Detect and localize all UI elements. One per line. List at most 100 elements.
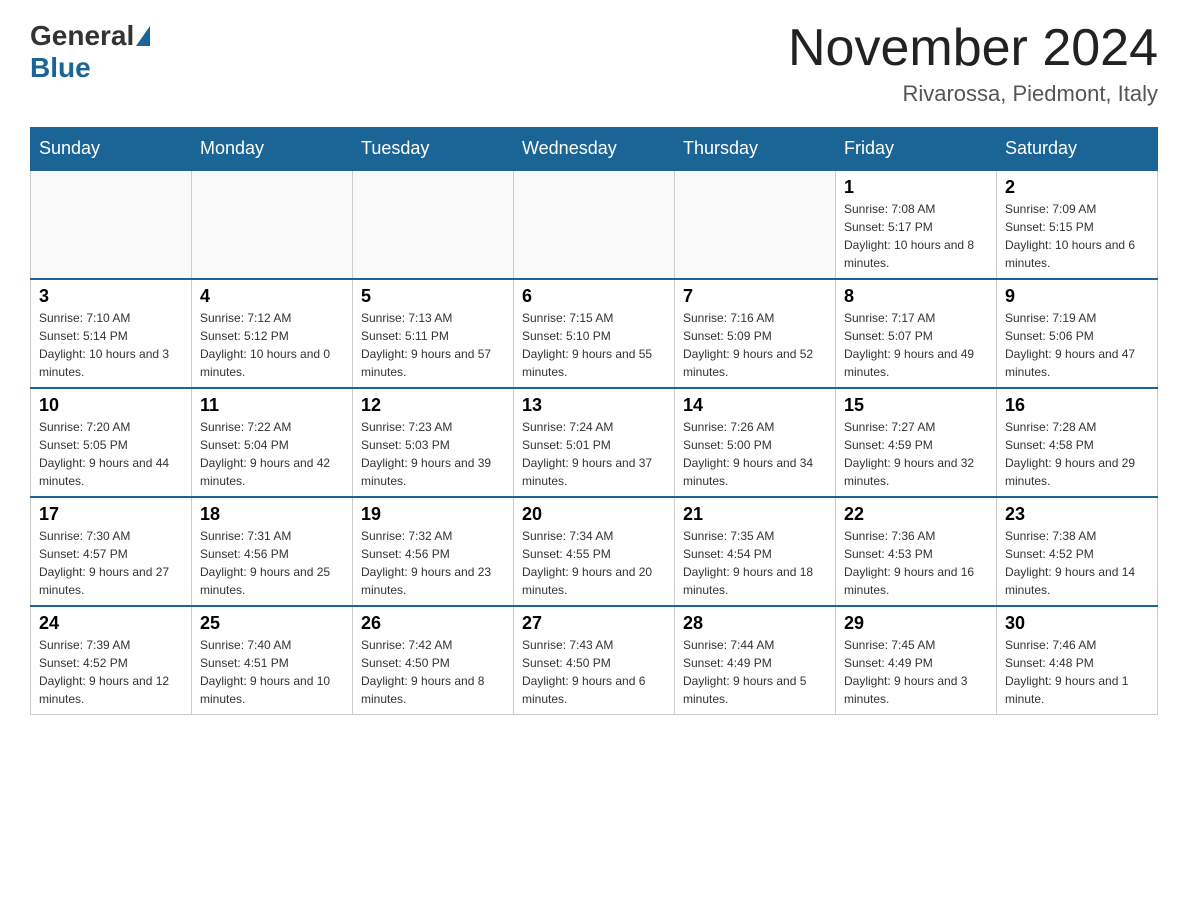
calendar-day-cell: 28Sunrise: 7:44 AM Sunset: 4:49 PM Dayli… <box>675 606 836 715</box>
day-of-week-header: Tuesday <box>353 128 514 171</box>
day-sun-info: Sunrise: 7:23 AM Sunset: 5:03 PM Dayligh… <box>361 418 505 490</box>
calendar-day-cell: 13Sunrise: 7:24 AM Sunset: 5:01 PM Dayli… <box>514 388 675 497</box>
calendar-header-row: SundayMondayTuesdayWednesdayThursdayFrid… <box>31 128 1158 171</box>
day-number: 26 <box>361 613 505 634</box>
day-number: 21 <box>683 504 827 525</box>
calendar-day-cell: 27Sunrise: 7:43 AM Sunset: 4:50 PM Dayli… <box>514 606 675 715</box>
day-sun-info: Sunrise: 7:30 AM Sunset: 4:57 PM Dayligh… <box>39 527 183 599</box>
calendar-day-cell: 23Sunrise: 7:38 AM Sunset: 4:52 PM Dayli… <box>997 497 1158 606</box>
calendar-week-row: 24Sunrise: 7:39 AM Sunset: 4:52 PM Dayli… <box>31 606 1158 715</box>
day-sun-info: Sunrise: 7:27 AM Sunset: 4:59 PM Dayligh… <box>844 418 988 490</box>
calendar-day-cell <box>192 170 353 279</box>
day-sun-info: Sunrise: 7:35 AM Sunset: 4:54 PM Dayligh… <box>683 527 827 599</box>
day-number: 7 <box>683 286 827 307</box>
day-sun-info: Sunrise: 7:22 AM Sunset: 5:04 PM Dayligh… <box>200 418 344 490</box>
day-number: 15 <box>844 395 988 416</box>
calendar-day-cell: 11Sunrise: 7:22 AM Sunset: 5:04 PM Dayli… <box>192 388 353 497</box>
calendar-week-row: 17Sunrise: 7:30 AM Sunset: 4:57 PM Dayli… <box>31 497 1158 606</box>
logo-blue-text: Blue <box>30 52 91 83</box>
calendar-day-cell: 8Sunrise: 7:17 AM Sunset: 5:07 PM Daylig… <box>836 279 997 388</box>
day-of-week-header: Thursday <box>675 128 836 171</box>
location-subtitle: Rivarossa, Piedmont, Italy <box>788 81 1158 107</box>
calendar-day-cell: 29Sunrise: 7:45 AM Sunset: 4:49 PM Dayli… <box>836 606 997 715</box>
day-sun-info: Sunrise: 7:09 AM Sunset: 5:15 PM Dayligh… <box>1005 200 1149 272</box>
day-sun-info: Sunrise: 7:44 AM Sunset: 4:49 PM Dayligh… <box>683 636 827 708</box>
day-number: 24 <box>39 613 183 634</box>
calendar-day-cell: 5Sunrise: 7:13 AM Sunset: 5:11 PM Daylig… <box>353 279 514 388</box>
day-number: 3 <box>39 286 183 307</box>
day-sun-info: Sunrise: 7:24 AM Sunset: 5:01 PM Dayligh… <box>522 418 666 490</box>
month-year-title: November 2024 <box>788 20 1158 77</box>
day-sun-info: Sunrise: 7:39 AM Sunset: 4:52 PM Dayligh… <box>39 636 183 708</box>
day-sun-info: Sunrise: 7:16 AM Sunset: 5:09 PM Dayligh… <box>683 309 827 381</box>
calendar-week-row: 3Sunrise: 7:10 AM Sunset: 5:14 PM Daylig… <box>31 279 1158 388</box>
day-of-week-header: Wednesday <box>514 128 675 171</box>
day-number: 19 <box>361 504 505 525</box>
calendar-day-cell: 15Sunrise: 7:27 AM Sunset: 4:59 PM Dayli… <box>836 388 997 497</box>
day-sun-info: Sunrise: 7:40 AM Sunset: 4:51 PM Dayligh… <box>200 636 344 708</box>
day-number: 20 <box>522 504 666 525</box>
calendar-day-cell: 3Sunrise: 7:10 AM Sunset: 5:14 PM Daylig… <box>31 279 192 388</box>
day-sun-info: Sunrise: 7:28 AM Sunset: 4:58 PM Dayligh… <box>1005 418 1149 490</box>
day-sun-info: Sunrise: 7:15 AM Sunset: 5:10 PM Dayligh… <box>522 309 666 381</box>
day-number: 18 <box>200 504 344 525</box>
day-sun-info: Sunrise: 7:32 AM Sunset: 4:56 PM Dayligh… <box>361 527 505 599</box>
logo-triangle-icon <box>136 26 150 46</box>
day-sun-info: Sunrise: 7:31 AM Sunset: 4:56 PM Dayligh… <box>200 527 344 599</box>
day-sun-info: Sunrise: 7:36 AM Sunset: 4:53 PM Dayligh… <box>844 527 988 599</box>
page-header: General Blue November 2024 Rivarossa, Pi… <box>30 20 1158 107</box>
calendar-day-cell <box>353 170 514 279</box>
day-number: 14 <box>683 395 827 416</box>
day-sun-info: Sunrise: 7:08 AM Sunset: 5:17 PM Dayligh… <box>844 200 988 272</box>
day-number: 29 <box>844 613 988 634</box>
calendar-day-cell: 1Sunrise: 7:08 AM Sunset: 5:17 PM Daylig… <box>836 170 997 279</box>
calendar-day-cell: 14Sunrise: 7:26 AM Sunset: 5:00 PM Dayli… <box>675 388 836 497</box>
day-number: 25 <box>200 613 344 634</box>
calendar-day-cell <box>514 170 675 279</box>
day-number: 8 <box>844 286 988 307</box>
calendar-day-cell: 19Sunrise: 7:32 AM Sunset: 4:56 PM Dayli… <box>353 497 514 606</box>
calendar-day-cell: 17Sunrise: 7:30 AM Sunset: 4:57 PM Dayli… <box>31 497 192 606</box>
calendar-day-cell: 18Sunrise: 7:31 AM Sunset: 4:56 PM Dayli… <box>192 497 353 606</box>
calendar-day-cell: 12Sunrise: 7:23 AM Sunset: 5:03 PM Dayli… <box>353 388 514 497</box>
day-sun-info: Sunrise: 7:19 AM Sunset: 5:06 PM Dayligh… <box>1005 309 1149 381</box>
day-of-week-header: Sunday <box>31 128 192 171</box>
day-sun-info: Sunrise: 7:42 AM Sunset: 4:50 PM Dayligh… <box>361 636 505 708</box>
day-sun-info: Sunrise: 7:17 AM Sunset: 5:07 PM Dayligh… <box>844 309 988 381</box>
day-number: 13 <box>522 395 666 416</box>
calendar-day-cell: 7Sunrise: 7:16 AM Sunset: 5:09 PM Daylig… <box>675 279 836 388</box>
day-number: 22 <box>844 504 988 525</box>
day-of-week-header: Monday <box>192 128 353 171</box>
day-of-week-header: Saturday <box>997 128 1158 171</box>
day-number: 1 <box>844 177 988 198</box>
title-section: November 2024 Rivarossa, Piedmont, Italy <box>788 20 1158 107</box>
day-number: 4 <box>200 286 344 307</box>
calendar-day-cell: 4Sunrise: 7:12 AM Sunset: 5:12 PM Daylig… <box>192 279 353 388</box>
calendar-day-cell: 2Sunrise: 7:09 AM Sunset: 5:15 PM Daylig… <box>997 170 1158 279</box>
calendar-day-cell: 24Sunrise: 7:39 AM Sunset: 4:52 PM Dayli… <box>31 606 192 715</box>
day-sun-info: Sunrise: 7:26 AM Sunset: 5:00 PM Dayligh… <box>683 418 827 490</box>
day-number: 16 <box>1005 395 1149 416</box>
day-number: 12 <box>361 395 505 416</box>
calendar-day-cell: 6Sunrise: 7:15 AM Sunset: 5:10 PM Daylig… <box>514 279 675 388</box>
calendar-day-cell: 25Sunrise: 7:40 AM Sunset: 4:51 PM Dayli… <box>192 606 353 715</box>
day-sun-info: Sunrise: 7:38 AM Sunset: 4:52 PM Dayligh… <box>1005 527 1149 599</box>
day-number: 5 <box>361 286 505 307</box>
logo: General Blue <box>30 20 152 84</box>
day-number: 10 <box>39 395 183 416</box>
day-number: 9 <box>1005 286 1149 307</box>
day-number: 2 <box>1005 177 1149 198</box>
calendar-day-cell <box>675 170 836 279</box>
day-number: 27 <box>522 613 666 634</box>
calendar-week-row: 1Sunrise: 7:08 AM Sunset: 5:17 PM Daylig… <box>31 170 1158 279</box>
day-sun-info: Sunrise: 7:34 AM Sunset: 4:55 PM Dayligh… <box>522 527 666 599</box>
day-sun-info: Sunrise: 7:13 AM Sunset: 5:11 PM Dayligh… <box>361 309 505 381</box>
calendar-day-cell: 22Sunrise: 7:36 AM Sunset: 4:53 PM Dayli… <box>836 497 997 606</box>
calendar-day-cell <box>31 170 192 279</box>
calendar-day-cell: 9Sunrise: 7:19 AM Sunset: 5:06 PM Daylig… <box>997 279 1158 388</box>
day-sun-info: Sunrise: 7:46 AM Sunset: 4:48 PM Dayligh… <box>1005 636 1149 708</box>
day-number: 23 <box>1005 504 1149 525</box>
calendar-day-cell: 16Sunrise: 7:28 AM Sunset: 4:58 PM Dayli… <box>997 388 1158 497</box>
day-number: 30 <box>1005 613 1149 634</box>
day-number: 11 <box>200 395 344 416</box>
